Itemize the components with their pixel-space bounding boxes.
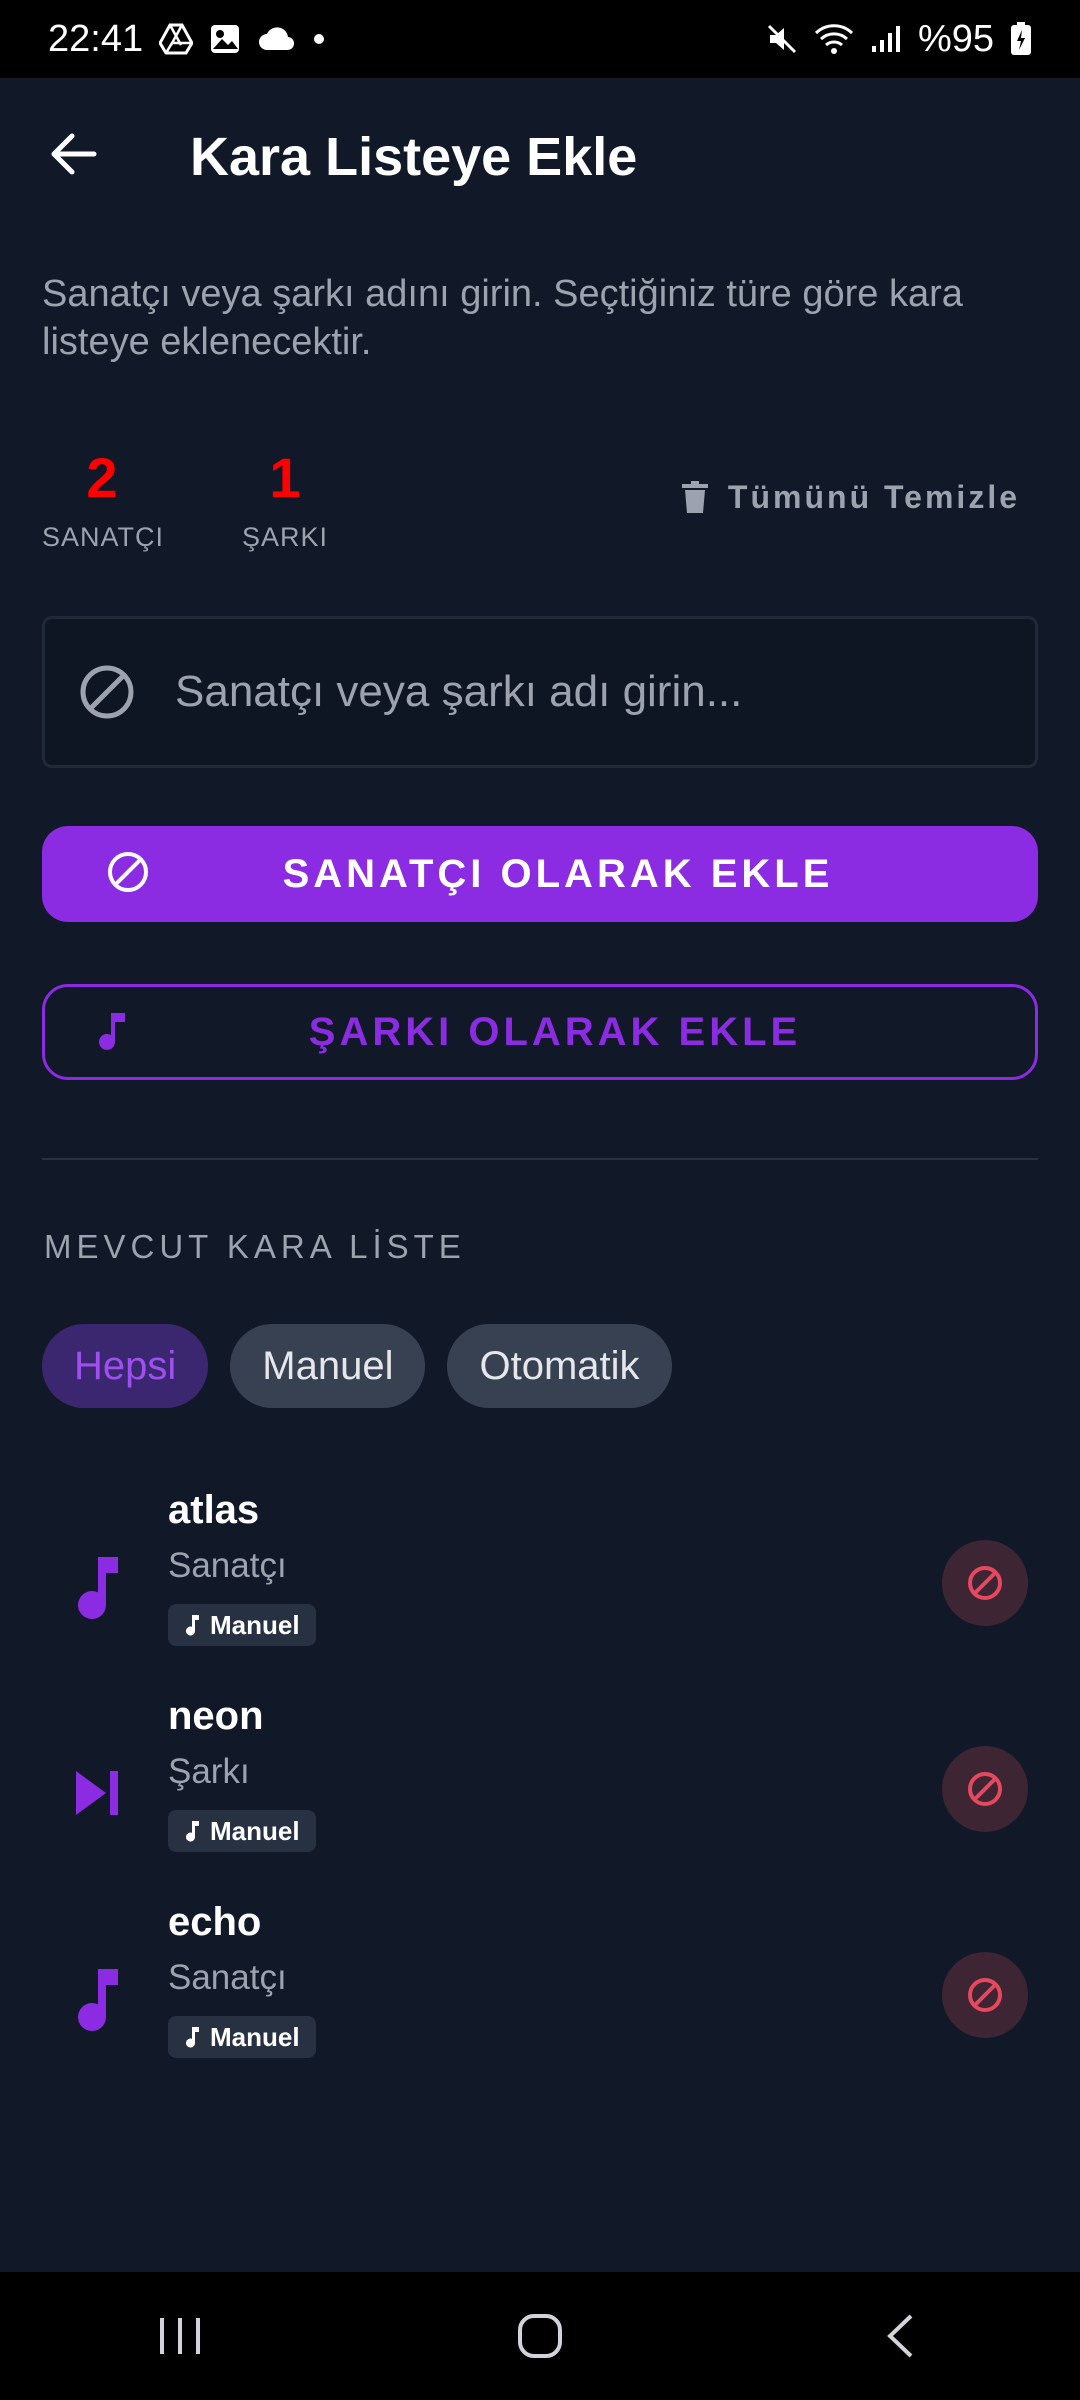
source-badge-label: Manuel xyxy=(210,1609,300,1640)
song-count: 1 xyxy=(269,446,301,509)
back-button[interactable] xyxy=(42,122,106,186)
item-type: Şarkı xyxy=(168,1752,250,1791)
block-icon xyxy=(968,1566,1002,1600)
status-time: 22:41 xyxy=(48,17,144,60)
filter-chip-manual[interactable]: Manuel xyxy=(230,1324,426,1408)
battery-icon xyxy=(1010,22,1032,56)
wifi-icon xyxy=(814,23,854,55)
clear-all-label: Tümünü Temizle xyxy=(727,478,1020,515)
home-button[interactable] xyxy=(480,2286,600,2386)
source-badge: Manuel xyxy=(168,1604,316,1646)
source-badge: Manuel xyxy=(168,1810,316,1852)
music-note-icon xyxy=(186,2027,199,2048)
block-icon xyxy=(108,852,148,892)
item-type: Sanatçı xyxy=(168,1958,287,1997)
add-artist-label: SANATÇI OLARAK EKLE xyxy=(282,851,834,896)
gallery-icon xyxy=(209,23,241,55)
skip-next-icon xyxy=(66,1756,130,1830)
system-nav-bar xyxy=(0,2272,1080,2400)
add-artist-button[interactable]: SANATÇI OLARAK EKLE xyxy=(42,826,1038,922)
search-input[interactable] xyxy=(173,666,977,718)
source-badge: Manuel xyxy=(168,2016,316,2058)
add-song-label: ŞARKI OLARAK EKLE xyxy=(308,1009,802,1054)
arrow-left-icon xyxy=(51,133,97,175)
remove-button[interactable] xyxy=(942,1952,1028,2038)
dot-icon xyxy=(311,31,327,47)
status-bar: 22:41 %95 xyxy=(0,0,1080,78)
filter-chip-all[interactable]: Hepsi xyxy=(42,1324,209,1408)
battery-percent: %95 xyxy=(917,17,994,60)
item-type: Sanatçı xyxy=(168,1546,287,1585)
status-left: 22:41 xyxy=(48,18,327,61)
divider xyxy=(42,1158,1038,1160)
source-badge-label: Manuel xyxy=(210,1815,300,1846)
artist-count-stat: 2 SANATÇI xyxy=(42,446,165,553)
clear-all-button[interactable]: Tümünü Temizle xyxy=(681,472,1020,522)
song-count-label: ŞARKI xyxy=(241,522,329,552)
item-title: atlas xyxy=(168,1488,260,1532)
home-icon xyxy=(518,2314,562,2358)
app-bar: Kara Listeye Ekle xyxy=(0,78,1080,234)
page-title: Kara Listeye Ekle xyxy=(190,127,638,187)
music-note-icon xyxy=(186,1615,199,1636)
list-item: neon Şarkı Manuel xyxy=(0,1686,1080,1892)
section-title: MEVCUT KARA LİSTE xyxy=(44,1228,466,1265)
status-right: %95 xyxy=(766,18,1032,61)
system-back-button[interactable] xyxy=(840,2286,960,2386)
music-note-icon xyxy=(66,1550,130,1624)
cloud-icon xyxy=(257,26,295,52)
source-badge-label: Manuel xyxy=(210,2021,300,2052)
remove-button[interactable] xyxy=(942,1540,1028,1626)
mute-icon xyxy=(766,23,798,55)
item-title: neon xyxy=(168,1694,264,1738)
recent-apps-icon xyxy=(160,2318,200,2354)
block-icon xyxy=(968,1978,1002,2012)
list-item: echo Sanatçı Manuel xyxy=(0,1892,1080,2098)
artist-count-label: SANATÇI xyxy=(42,522,165,552)
add-song-button[interactable]: ŞARKI OLARAK EKLE xyxy=(42,984,1038,1080)
filter-chip-automatic[interactable]: Otomatik xyxy=(447,1324,672,1408)
description-text: Sanatçı veya şarkı adını girin. Seçtiğin… xyxy=(42,273,963,363)
music-note-icon xyxy=(99,1013,125,1050)
song-count-stat: 1 ŞARKI xyxy=(240,446,330,553)
list-item: atlas Sanatçı Manuel xyxy=(0,1480,1080,1686)
chevron-left-icon xyxy=(887,2314,913,2358)
trash-icon xyxy=(681,481,708,513)
filter-chips: Hepsi Manuel Otomatik xyxy=(42,1324,672,1408)
artist-count: 2 xyxy=(86,446,118,509)
block-icon xyxy=(80,665,134,719)
music-note-icon xyxy=(186,1821,199,1842)
signal-icon xyxy=(870,24,902,54)
recent-apps-button[interactable] xyxy=(120,2286,240,2386)
drive-icon xyxy=(159,23,194,55)
block-icon xyxy=(968,1772,1002,1806)
item-title: echo xyxy=(168,1900,262,1944)
music-note-icon xyxy=(66,1962,130,2036)
remove-button[interactable] xyxy=(942,1746,1028,1832)
search-box xyxy=(42,616,1038,768)
